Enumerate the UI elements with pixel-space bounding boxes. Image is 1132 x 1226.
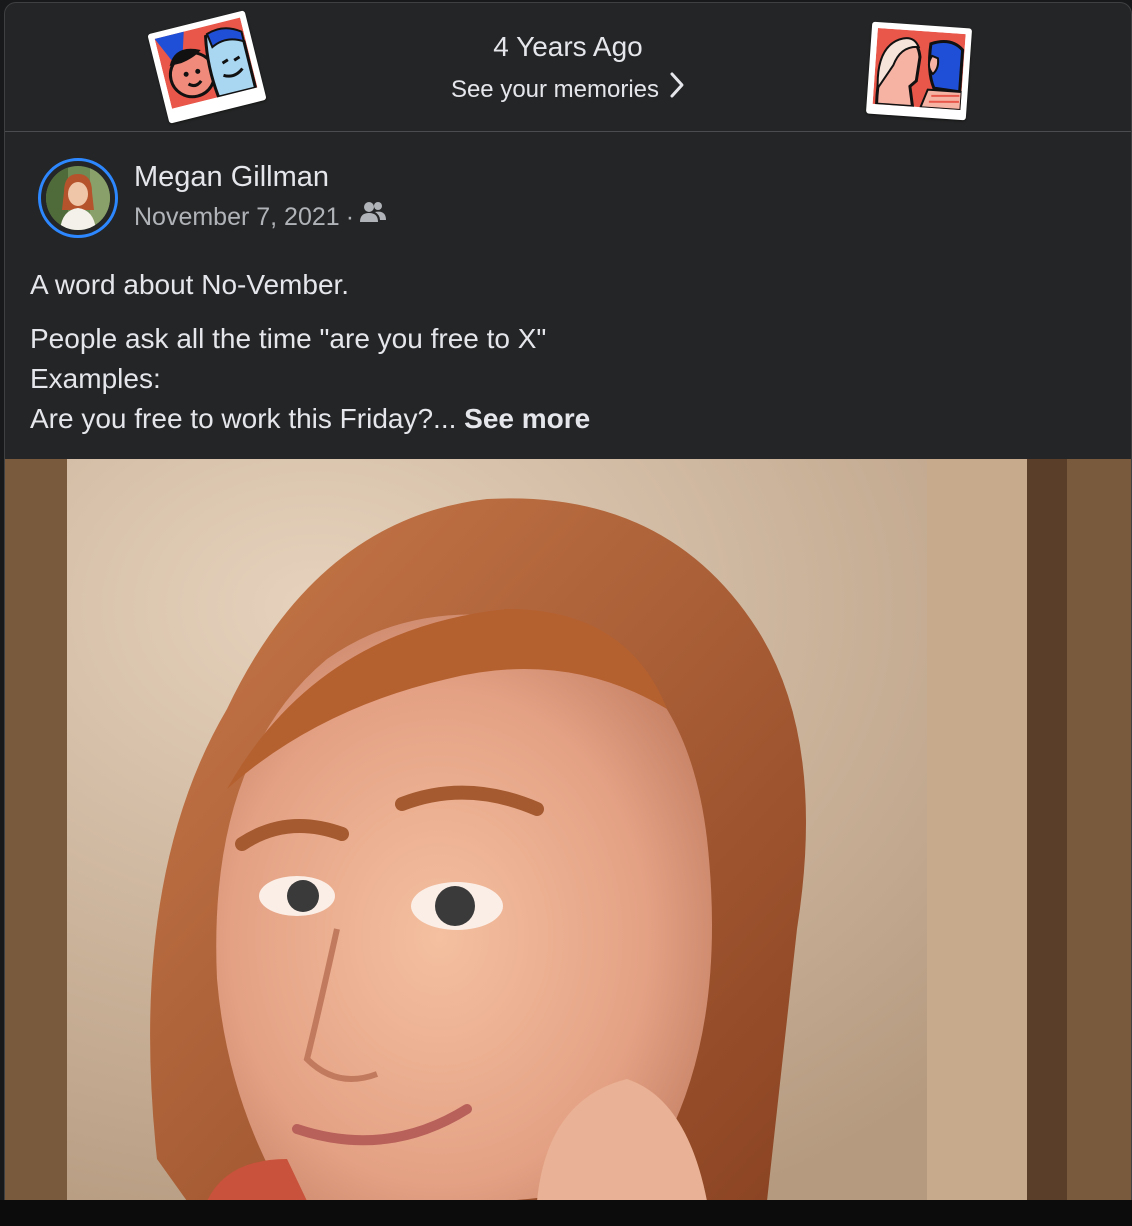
memory-card: 4 Years Ago See your memories Megan Gill…	[4, 2, 1132, 1202]
post-text-line: A word about No-Vember.	[30, 269, 350, 300]
post-meta: November 7, 2021 ·	[134, 201, 387, 232]
post-text-line: People ask all the time "are you free to…	[30, 323, 547, 354]
friends-icon[interactable]	[360, 201, 387, 230]
selfie-image	[67, 459, 1067, 1201]
avatar	[46, 166, 110, 230]
post-text-paragraph: People ask all the time "are you free to…	[30, 319, 590, 439]
see-more-link[interactable]: See more	[464, 403, 590, 434]
meta-separator: ·	[345, 203, 355, 231]
see-memories-label: See your memories	[450, 75, 660, 103]
memories-header: 4 Years Ago See your memories	[5, 3, 1131, 132]
bottom-strip	[0, 1200, 1132, 1226]
post-text-line: Examples:	[30, 363, 161, 394]
post-text-line: Are you free to work this Friday?... See…	[30, 399, 590, 439]
chevron-right-icon	[669, 71, 685, 106]
author-name[interactable]: Megan Gillman	[134, 161, 329, 194]
post-text-truncated: Are you free to work this Friday?...	[30, 403, 457, 434]
post-date[interactable]: November 7, 2021	[134, 203, 340, 231]
memories-illustration-left	[147, 10, 267, 124]
memories-illustration-right	[865, 21, 973, 121]
author-avatar[interactable]	[38, 158, 118, 238]
post-photo[interactable]	[5, 459, 1131, 1201]
